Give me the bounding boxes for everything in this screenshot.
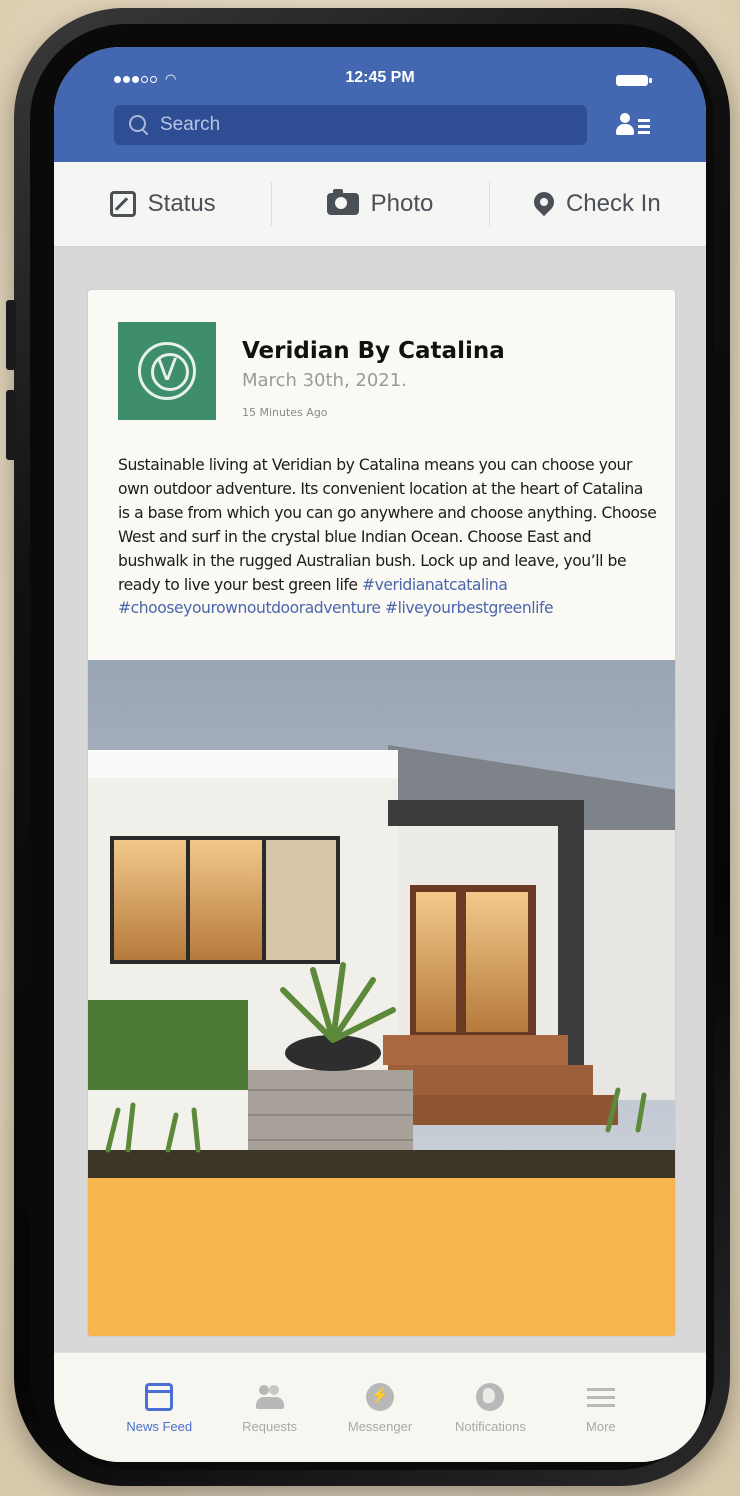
clock: 12:45 PM <box>345 69 415 86</box>
tab-label: More <box>586 1419 616 1434</box>
globe-icon <box>476 1383 505 1411</box>
edit-icon <box>109 191 136 217</box>
status-button[interactable]: Status <box>54 162 271 246</box>
tab-label: News Feed <box>126 1419 193 1434</box>
search-bar[interactable] <box>114 105 587 145</box>
phone-screen: ◠ 12:45 PM Status Photo Check In <box>54 47 706 1462</box>
post-text: Sustainable living at Veridian by Catali… <box>118 454 658 621</box>
tab-label: Messenger <box>347 1419 413 1434</box>
post-photo[interactable] <box>88 660 675 1336</box>
house-photo <box>88 660 675 1336</box>
status-label: Status <box>147 190 216 217</box>
tab-requests[interactable]: Requests <box>214 1353 324 1462</box>
search-input[interactable] <box>160 114 540 136</box>
veridian-logo-icon <box>138 342 196 400</box>
messenger-icon <box>366 1383 395 1411</box>
location-pin-icon <box>529 187 559 217</box>
hamburger-menu-icon <box>586 1383 615 1411</box>
battery-icon <box>616 75 652 86</box>
tab-label: Requests <box>242 1419 298 1434</box>
tab-more[interactable]: More <box>546 1353 656 1462</box>
volume-button <box>6 300 16 370</box>
status-bar: ◠ 12:45 PM <box>54 67 706 91</box>
tab-messenger[interactable]: Messenger <box>325 1353 435 1462</box>
volume-button-lower <box>6 390 16 460</box>
post-composer-bar: Status Photo Check In <box>54 162 706 247</box>
tab-notifications[interactable]: Notifications <box>435 1353 545 1462</box>
post-timestamp[interactable]: 15 Minutes Ago <box>242 406 328 419</box>
tab-label: Notifications <box>455 1419 526 1434</box>
photo-label: Photo <box>370 190 434 217</box>
search-icon <box>128 114 150 136</box>
photo-button[interactable]: Photo <box>271 162 488 246</box>
check-in-label: Check In <box>565 190 661 217</box>
post-card: Veridian By Catalina March 30th, 2021. 1… <box>87 289 676 1337</box>
friend-requests-icon <box>255 1383 284 1411</box>
page-avatar[interactable] <box>118 322 216 420</box>
post-date: March 30th, 2021. <box>242 370 407 391</box>
tab-news-feed[interactable]: News Feed <box>104 1353 214 1462</box>
page-name[interactable]: Veridian By Catalina <box>242 338 505 364</box>
post-body-text: Sustainable living at Veridian by Catali… <box>118 456 657 594</box>
top-navigation-bar: ◠ 12:45 PM <box>54 47 706 162</box>
check-in-button[interactable]: Check In <box>488 162 706 246</box>
camera-icon <box>326 189 359 215</box>
bottom-tab-bar: News Feed Requests Messenger Notificatio… <box>54 1352 706 1462</box>
friend-list-icon[interactable] <box>616 111 650 139</box>
news-feed-icon <box>145 1383 174 1411</box>
